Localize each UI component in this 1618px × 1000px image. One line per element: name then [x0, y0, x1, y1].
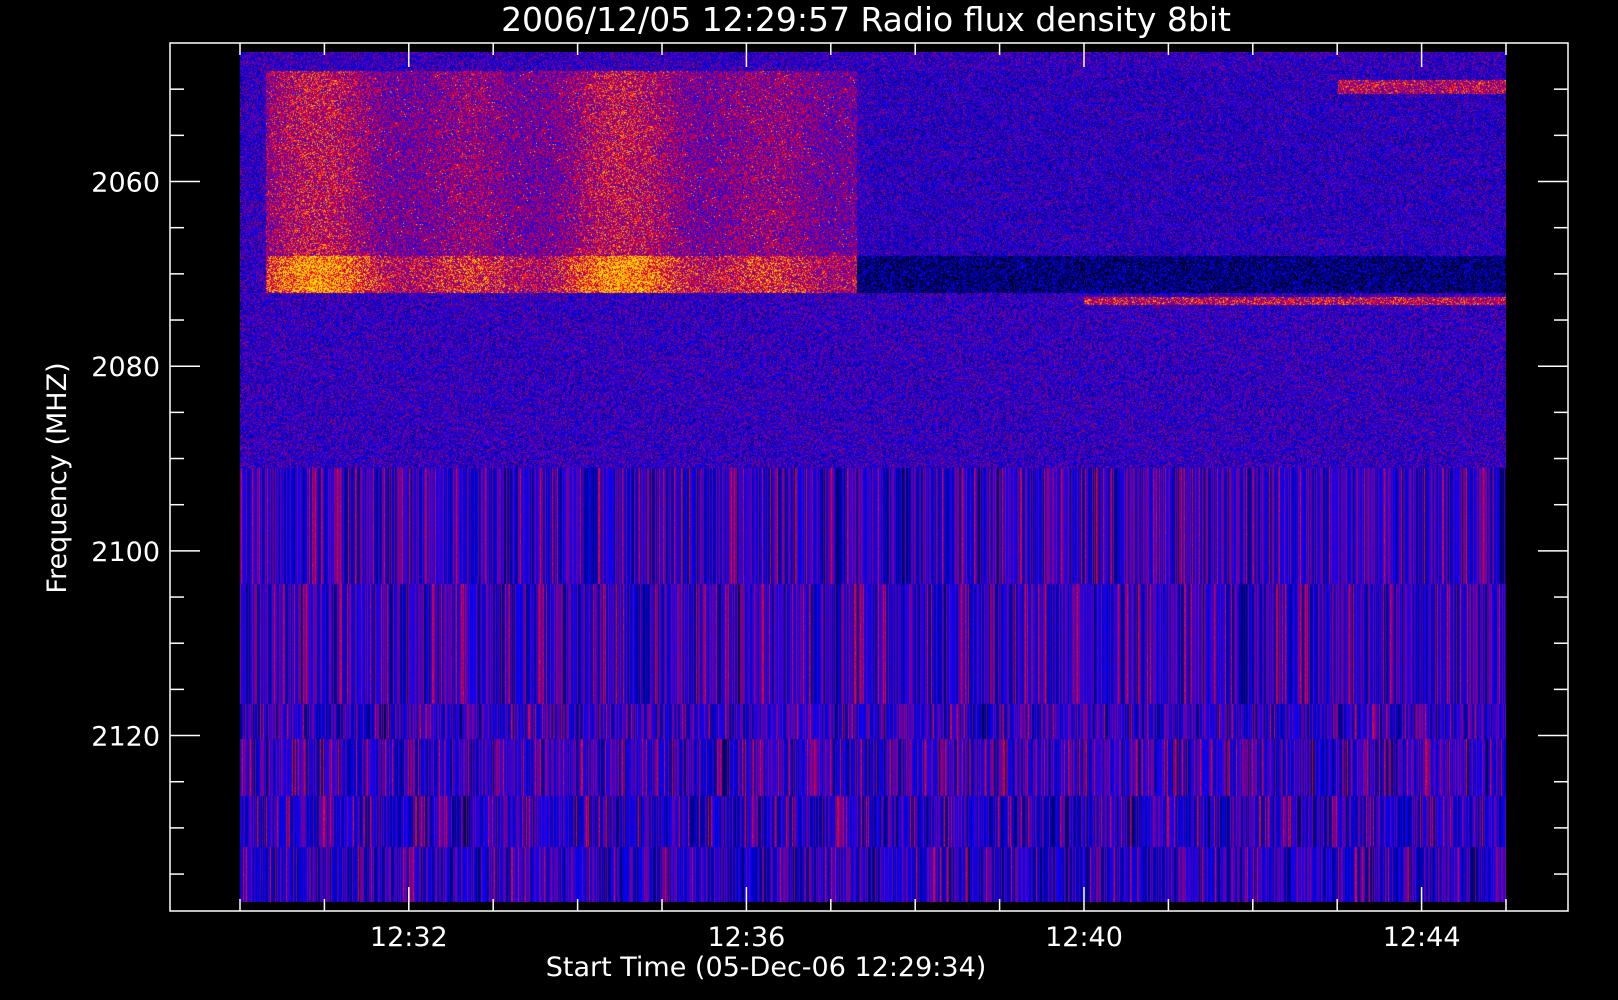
- y-tick-label: 2080: [91, 352, 160, 383]
- x-tick-label: 12:44: [1383, 922, 1461, 953]
- y-tick-label: 2060: [91, 168, 160, 199]
- x-tick-label: 12:32: [370, 922, 448, 953]
- plot-area: [240, 52, 1506, 902]
- chart-title: 2006/12/05 12:29:57 Radio flux density 8…: [501, 0, 1231, 39]
- heatmap-image: [240, 52, 1506, 902]
- y-axis-label: Frequency (MHZ): [42, 362, 73, 593]
- spectrogram-figure: 2006/12/05 12:29:57 Radio flux density 8…: [42, 0, 1569, 983]
- y-tick-label: 2100: [91, 537, 160, 568]
- x-tick-label: 12:36: [707, 922, 785, 953]
- x-axis-label: Start Time (05-Dec-06 12:29:34): [546, 952, 987, 983]
- x-tick-label: 12:40: [1045, 922, 1123, 953]
- heatmap-canvas: [240, 52, 1506, 902]
- y-tick-label: 2120: [91, 722, 160, 753]
